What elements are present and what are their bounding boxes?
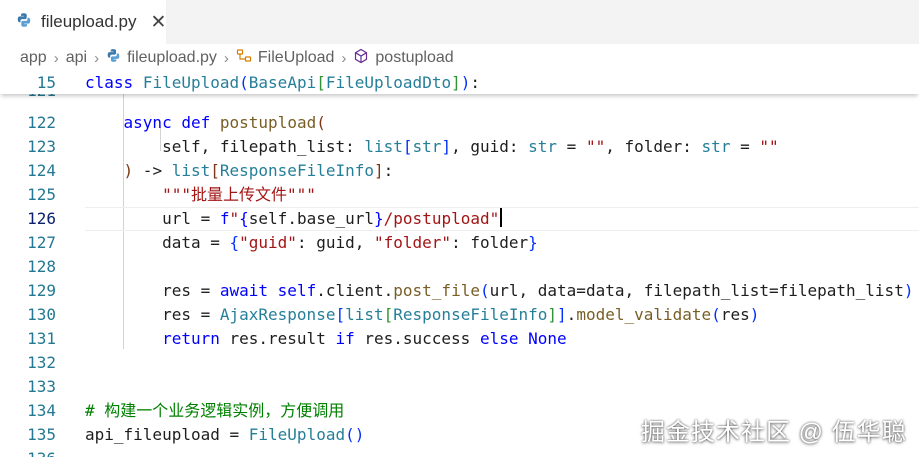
tab-label: fileupload.py — [41, 12, 137, 31]
line-number: 135 — [27, 425, 56, 444]
chevron-right-icon: › — [341, 49, 347, 67]
breadcrumb-item-method[interactable]: postupload — [375, 49, 453, 67]
chevron-right-icon: › — [223, 49, 229, 67]
docstring-line: """批量上传文件""" — [85, 183, 316, 207]
comment-line: # 构建一个业务逻辑实例，方便调用 — [85, 399, 344, 423]
line-number: 132 — [27, 353, 56, 372]
sticky-scroll-header[interactable]: 15 class FileUpload(BaseApi[FileUploadDt… — [0, 72, 919, 94]
code-line: ) -> list[ResponseFileInfo]: — [123, 161, 394, 180]
line-number: 130 — [27, 305, 56, 324]
chevron-right-icon: › — [53, 49, 59, 67]
line-number: 125 — [27, 185, 56, 204]
code-line: self, filepath_list: list[str], guid: st… — [85, 137, 779, 156]
code-line: res = await self.client.post_file(url, d… — [85, 281, 914, 300]
chevron-right-icon: › — [94, 49, 100, 67]
line-number: 134 — [27, 401, 56, 420]
class-icon — [236, 48, 252, 69]
line-number: 15 — [36, 73, 56, 92]
close-icon[interactable]: ✕ — [150, 13, 166, 32]
watermark: 掘金技术社区 @ 伍华聪 — [641, 419, 907, 446]
code-editor[interactable]: 121 122 123 124 125 126 127 128 129 130 … — [0, 94, 919, 457]
breadcrumb-item-file[interactable]: fileupload.py — [127, 49, 217, 67]
tab-fileupload[interactable]: fileupload.py ✕ — [0, 0, 166, 44]
line-number: 129 — [27, 281, 56, 300]
python-file-icon — [106, 48, 121, 68]
line-number: 133 — [27, 377, 56, 396]
line-number: 124 — [27, 161, 56, 180]
line-number: 136 — [0, 447, 56, 457]
tab-bar: fileupload.py ✕ — [0, 0, 919, 44]
line-number: 123 — [27, 137, 56, 156]
comment-text: # 构建一个业务逻辑实例，方便调用 — [85, 401, 345, 420]
code-line: res = AjaxResponse[list[ResponseFileInfo… — [85, 305, 760, 324]
line-number: 121 — [0, 94, 56, 103]
line-number: 122 — [27, 113, 56, 132]
sticky-code-line: class FileUpload(BaseApi[FileUploadDto])… — [85, 73, 481, 92]
code-line: return res.result if res.success else No… — [162, 329, 567, 348]
text-cursor — [500, 208, 503, 227]
code-line: data = {"guid": guid, "folder": folder} — [85, 233, 538, 252]
breadcrumb-item-app[interactable]: app — [20, 49, 47, 67]
line-number-active: 126 — [27, 209, 56, 228]
code-line-current: url = f"{self.base_url}/postupload" — [85, 207, 503, 231]
docstring-text: """批量上传文件""" — [162, 185, 316, 204]
code-line: async def postupload( — [123, 113, 326, 132]
line-number: 131 — [27, 329, 56, 348]
python-file-icon — [16, 12, 32, 32]
code-line: api_fileupload = FileUpload() — [85, 425, 365, 444]
line-number: 127 — [27, 233, 56, 252]
breadcrumb-item-api[interactable]: api — [66, 49, 87, 67]
breadcrumb: app › api › fileupload.py › FileUpload ›… — [0, 44, 919, 72]
breadcrumb-item-class[interactable]: FileUpload — [258, 49, 334, 67]
method-icon — [353, 48, 369, 69]
line-number: 128 — [27, 257, 56, 276]
